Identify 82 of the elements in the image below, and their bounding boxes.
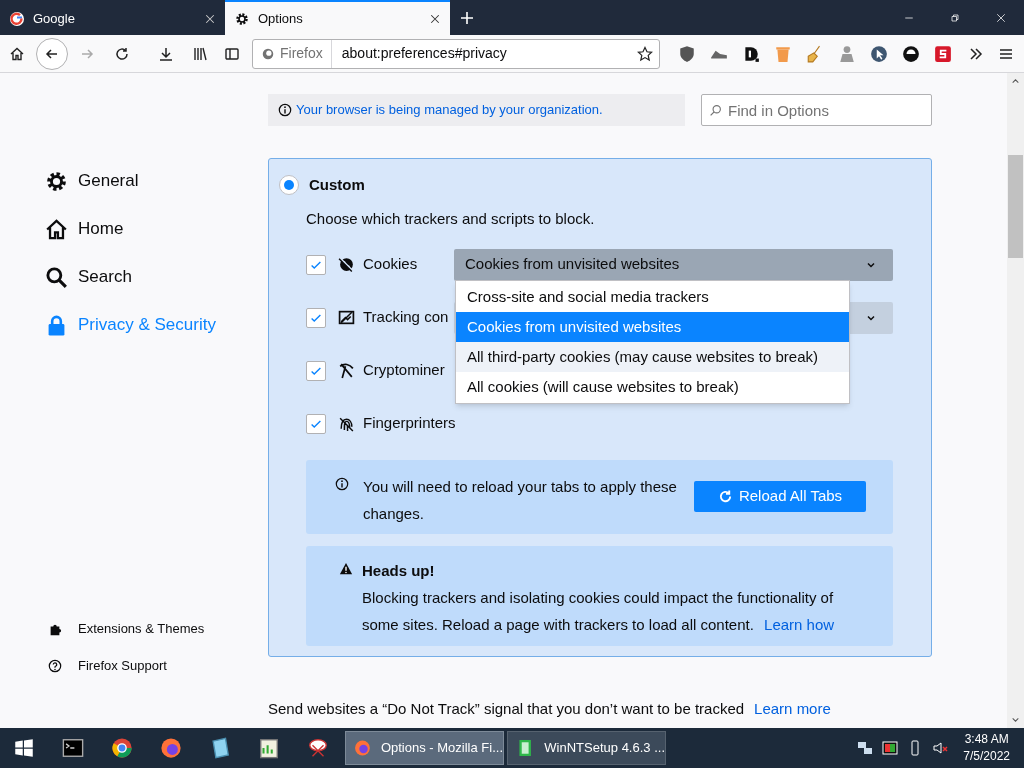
learn-more-link[interactable]: Learn more — [754, 698, 831, 721]
taskbar-window[interactable]: Options - Mozilla Fi... — [345, 731, 504, 765]
info-icon — [278, 103, 292, 117]
custom-panel: Custom Choose which trackers and scripts to block. Cookies Cookies from unvisited websites Cross-site and social media trackers Cookies from unvisited websites All third-party cookies (may cause websites to break) All cookies (will cause websites to break) Tracking con Cryptominer Fingerprinters You will need to reload your tabs to apply these changes. Reload All Tabs Heads up! Blocking trackers and isolating cookies could impact the functionality of some sites. Reload a page with trackers to load all content. Learn how — [268, 158, 932, 657]
star-icon[interactable] — [637, 45, 653, 62]
checkbox[interactable] — [306, 360, 326, 381]
puzzle-figure-icon[interactable] — [838, 44, 856, 63]
color-grid-icon[interactable] — [882, 740, 899, 756]
sidebar-link[interactable]: Firefox Support — [45, 647, 268, 684]
restore-icon[interactable] — [949, 11, 961, 24]
home-icon — [45, 217, 68, 241]
d-logo-icon[interactable] — [742, 44, 760, 63]
scrollbar-thumb[interactable] — [1008, 155, 1023, 258]
reload-icon — [717, 489, 733, 504]
managed-notice: Your browser is being managed by your organization. — [268, 94, 685, 126]
speaker-muted-icon[interactable] — [932, 740, 949, 756]
sidebar-link[interactable]: Extensions & Themes — [45, 610, 268, 647]
close-icon[interactable] — [995, 11, 1007, 24]
gear-icon — [45, 169, 68, 193]
gear-icon — [234, 10, 250, 27]
info-icon — [335, 477, 349, 491]
help-icon — [48, 658, 62, 673]
dropdown[interactable]: Cookies from unvisited websites — [454, 248, 893, 281]
library-icon[interactable] — [192, 45, 208, 62]
tab[interactable]: Options — [225, 0, 450, 35]
sidebar-item[interactable]: Privacy & Security — [45, 301, 268, 349]
address-bar[interactable]: Firefox about:preferences#privacy — [252, 38, 660, 69]
circle-logo-icon — [110, 737, 133, 759]
description-text: Choose which trackers and scripts to block. — [306, 208, 596, 229]
sidebar-item[interactable]: Home — [45, 205, 268, 253]
menu-item[interactable]: Cookies from unvisited websites — [456, 312, 849, 342]
warning-title: Heads up! — [362, 561, 436, 581]
menu-item[interactable]: Cross-site and social media trackers — [456, 282, 849, 312]
network-icon[interactable] — [857, 740, 874, 756]
overflow-icon[interactable] — [968, 45, 984, 62]
menu-item[interactable]: All cookies (will cause websites to break) — [456, 372, 849, 402]
scroll-up-icon[interactable] — [1011, 77, 1020, 86]
setting-label: Send websites a “Do Not Track” signal that you don’t want to be tracked — [268, 699, 745, 719]
radio-button[interactable] — [279, 175, 299, 196]
menu-item[interactable]: All third-party cookies (may cause websites to break) — [456, 342, 849, 372]
search-field[interactable]: Find in Options — [701, 94, 932, 126]
browser-logo-icon — [261, 46, 275, 61]
crossed-image-icon — [338, 309, 355, 326]
fingerprint-icon — [338, 415, 355, 432]
close-icon[interactable] — [204, 12, 216, 25]
learn-how-link[interactable]: Learn how — [764, 615, 835, 633]
cursor-badge-icon[interactable] — [870, 44, 888, 63]
checkbox[interactable] — [306, 307, 326, 328]
fox-logo-icon — [159, 737, 182, 759]
warning-icon — [339, 562, 353, 576]
chart-icon — [257, 737, 280, 759]
tab[interactable]: Google — [0, 0, 225, 35]
windows-logo-icon — [14, 738, 34, 758]
letter-logo-icon — [9, 10, 25, 27]
terminal-icon — [61, 737, 84, 759]
checkbox[interactable] — [306, 254, 326, 275]
new-tab-icon[interactable] — [459, 9, 475, 26]
download-icon[interactable] — [158, 45, 174, 62]
close-icon[interactable] — [429, 12, 441, 25]
section-title: Custom — [309, 175, 365, 195]
clock[interactable]: 3:48 AM 7/5/2022 — [963, 731, 1010, 765]
shield-icon[interactable] — [678, 44, 696, 63]
search-icon — [709, 104, 722, 117]
taskbar-window[interactable]: WinNTSetup 4.6.3 ... — [507, 731, 666, 765]
pickaxe-icon — [338, 362, 355, 379]
sidebar-item[interactable]: Search — [45, 253, 268, 301]
checkbox[interactable] — [306, 413, 326, 434]
badge-icon[interactable] — [934, 44, 952, 63]
identity-box[interactable]: Firefox — [253, 39, 332, 68]
search-icon — [45, 265, 68, 289]
warning-text: Blocking trackers and isolating cookies could impact the functionality of some sites. Reload a page with trackers to load all content. Learn how — [362, 587, 836, 635]
url-text: about:preferences#privacy — [340, 44, 508, 63]
reload-icon[interactable] — [114, 45, 130, 62]
scroll-down-icon[interactable] — [1011, 715, 1020, 724]
notice-text: You will need to reload your tabs to apply these changes. — [363, 477, 678, 524]
cookie-icon — [338, 256, 355, 273]
sidebar-item[interactable]: General — [45, 157, 268, 205]
sidebar-icon[interactable] — [224, 45, 240, 62]
fox-logo-icon — [354, 738, 371, 758]
back-button[interactable] — [36, 37, 68, 70]
reload-button[interactable]: Reload All Tabs — [694, 481, 866, 512]
home-icon[interactable] — [9, 45, 25, 62]
